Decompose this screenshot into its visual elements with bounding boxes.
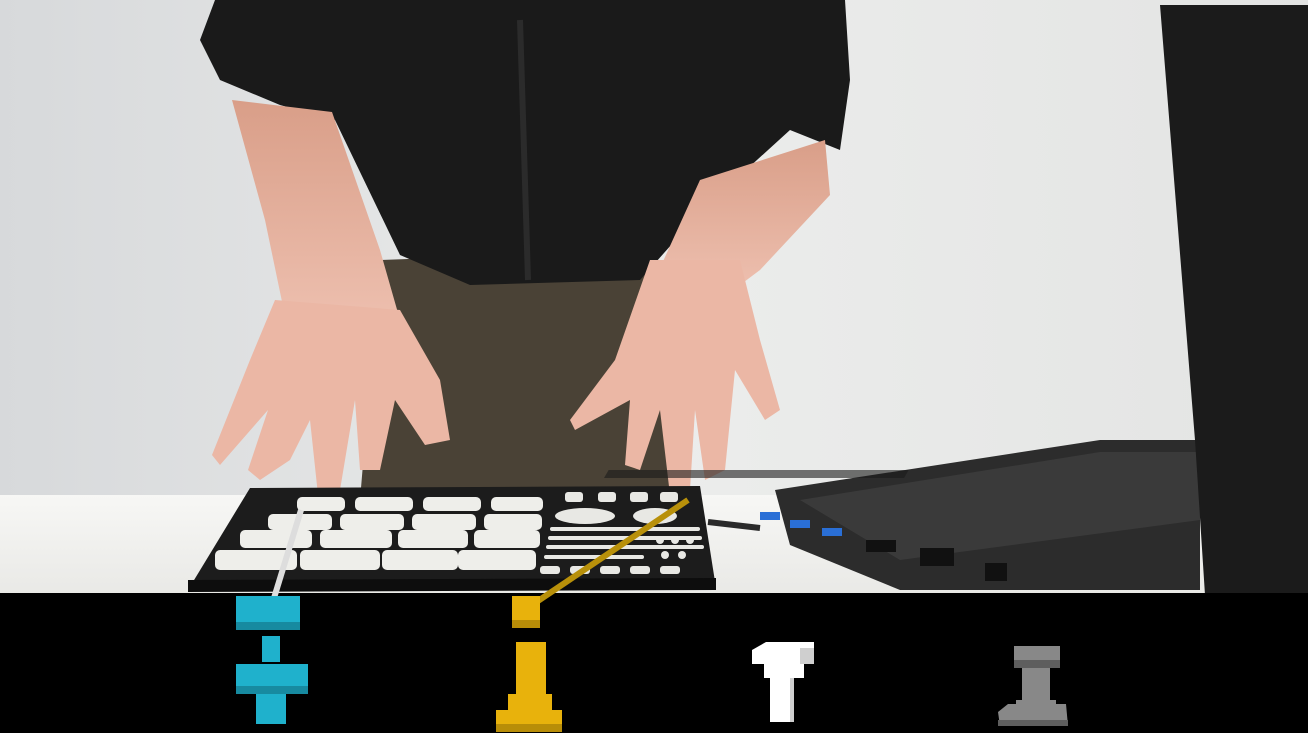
pad-controller	[188, 486, 761, 592]
video-frame	[0, 0, 1308, 733]
visualization-panel	[0, 593, 1308, 733]
scene-canvas	[0, 0, 1308, 733]
